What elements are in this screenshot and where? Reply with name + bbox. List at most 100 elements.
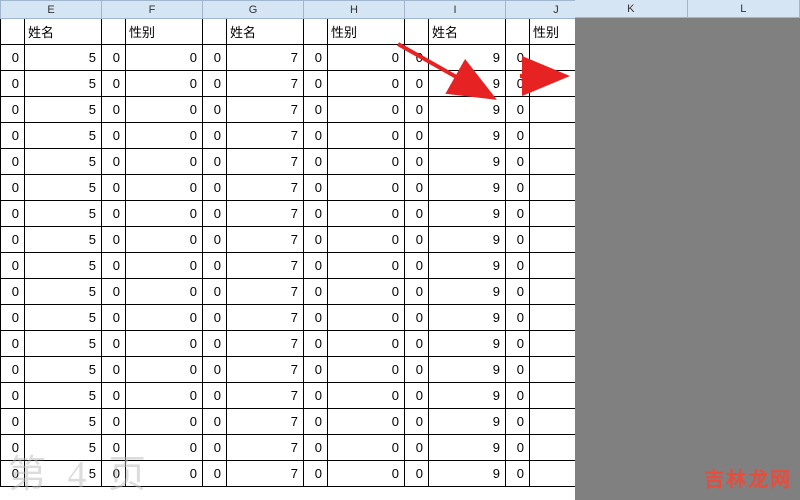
cell-narrow[interactable]: 0 <box>1 45 25 71</box>
cell-narrow[interactable]: 0 <box>102 305 126 331</box>
cell-value[interactable]: 7 <box>227 357 304 383</box>
cell-value[interactable]: 7 <box>227 175 304 201</box>
cell-narrow[interactable]: 0 <box>506 45 530 71</box>
cell-narrow[interactable]: 0 <box>304 331 328 357</box>
cell-narrow[interactable]: 0 <box>1 357 25 383</box>
header-name[interactable]: 姓名 <box>25 19 102 45</box>
cell-narrow[interactable]: 0 <box>1 383 25 409</box>
cell-narrow[interactable]: 0 <box>405 71 429 97</box>
header-spacer[interactable] <box>506 19 530 45</box>
cell-narrow[interactable]: 0 <box>203 175 227 201</box>
cell-value[interactable]: 0 <box>126 123 203 149</box>
cell-narrow[interactable]: 0 <box>1 97 25 123</box>
cell-narrow[interactable]: 0 <box>203 435 227 461</box>
cell-value[interactable]: 7 <box>227 71 304 97</box>
cell-value[interactable]: 0 <box>126 71 203 97</box>
cell-narrow[interactable]: 0 <box>304 435 328 461</box>
cell-value[interactable]: 7 <box>227 227 304 253</box>
cell-narrow[interactable]: 0 <box>405 435 429 461</box>
cell-value[interactable]: 5 <box>25 279 102 305</box>
cell-value[interactable]: 5 <box>25 383 102 409</box>
cell-value[interactable]: 0 <box>328 71 405 97</box>
cell-narrow[interactable]: 0 <box>203 201 227 227</box>
cell-narrow[interactable]: 0 <box>203 279 227 305</box>
cell-narrow[interactable]: 0 <box>405 201 429 227</box>
cell-narrow[interactable]: 0 <box>1 123 25 149</box>
header-name[interactable]: 姓名 <box>429 19 506 45</box>
data-grid[interactable]: E F G H I J 姓名性别姓名性别姓名性别0500070009000500… <box>0 0 607 487</box>
cell-value[interactable]: 0 <box>328 123 405 149</box>
cell-value[interactable]: 5 <box>25 71 102 97</box>
cell-narrow[interactable]: 0 <box>102 149 126 175</box>
cell-narrow[interactable]: 0 <box>405 149 429 175</box>
cell-value[interactable]: 5 <box>25 305 102 331</box>
cell-narrow[interactable]: 0 <box>304 357 328 383</box>
cell-narrow[interactable]: 0 <box>304 45 328 71</box>
cell-value[interactable]: 9 <box>429 97 506 123</box>
cell-narrow[interactable]: 0 <box>102 409 126 435</box>
cell-value[interactable]: 7 <box>227 461 304 487</box>
cell-narrow[interactable]: 0 <box>304 97 328 123</box>
cell-value[interactable]: 9 <box>429 383 506 409</box>
cell-value[interactable]: 0 <box>328 331 405 357</box>
cell-value[interactable]: 5 <box>25 253 102 279</box>
cell-narrow[interactable]: 0 <box>405 357 429 383</box>
cell-narrow[interactable]: 0 <box>102 123 126 149</box>
col-header-e[interactable]: E <box>1 1 102 19</box>
cell-narrow[interactable]: 0 <box>405 279 429 305</box>
cell-narrow[interactable]: 0 <box>506 97 530 123</box>
cell-narrow[interactable]: 0 <box>102 97 126 123</box>
cell-value[interactable]: 0 <box>126 175 203 201</box>
cell-value[interactable]: 7 <box>227 331 304 357</box>
cell-value[interactable]: 0 <box>328 175 405 201</box>
cell-value[interactable]: 5 <box>25 201 102 227</box>
cell-value[interactable]: 7 <box>227 383 304 409</box>
cell-narrow[interactable]: 0 <box>102 227 126 253</box>
cell-narrow[interactable]: 0 <box>506 461 530 487</box>
cell-value[interactable]: 9 <box>429 279 506 305</box>
cell-value[interactable]: 0 <box>328 253 405 279</box>
cell-value[interactable]: 9 <box>429 461 506 487</box>
cell-value[interactable]: 0 <box>328 45 405 71</box>
col-header-k[interactable]: K <box>575 0 688 17</box>
cell-narrow[interactable]: 0 <box>405 123 429 149</box>
cell-narrow[interactable]: 0 <box>506 123 530 149</box>
col-header-g[interactable]: G <box>203 1 304 19</box>
cell-narrow[interactable]: 0 <box>102 201 126 227</box>
cell-value[interactable]: 0 <box>328 357 405 383</box>
cell-narrow[interactable]: 0 <box>304 149 328 175</box>
header-gender[interactable]: 性别 <box>328 19 405 45</box>
header-spacer[interactable] <box>304 19 328 45</box>
cell-value[interactable]: 0 <box>328 435 405 461</box>
cell-value[interactable]: 9 <box>429 357 506 383</box>
cell-value[interactable]: 9 <box>429 305 506 331</box>
cell-value[interactable]: 9 <box>429 435 506 461</box>
cell-value[interactable]: 0 <box>126 253 203 279</box>
cell-value[interactable]: 0 <box>328 409 405 435</box>
cell-narrow[interactable]: 0 <box>203 253 227 279</box>
cell-narrow[interactable]: 0 <box>405 331 429 357</box>
cell-value[interactable]: 0 <box>126 97 203 123</box>
header-gender[interactable]: 性别 <box>126 19 203 45</box>
cell-value[interactable]: 5 <box>25 123 102 149</box>
cell-narrow[interactable]: 0 <box>1 409 25 435</box>
col-header-l[interactable]: L <box>688 0 800 17</box>
cell-value[interactable]: 7 <box>227 149 304 175</box>
cell-value[interactable]: 0 <box>126 149 203 175</box>
cell-narrow[interactable]: 0 <box>1 227 25 253</box>
cell-value[interactable]: 0 <box>126 357 203 383</box>
cell-value[interactable]: 0 <box>328 461 405 487</box>
cell-value[interactable]: 5 <box>25 175 102 201</box>
cell-narrow[interactable]: 0 <box>405 45 429 71</box>
cell-value[interactable]: 7 <box>227 409 304 435</box>
cell-value[interactable]: 5 <box>25 45 102 71</box>
cell-narrow[interactable]: 0 <box>506 357 530 383</box>
cell-narrow[interactable]: 0 <box>506 71 530 97</box>
cell-narrow[interactable]: 0 <box>102 71 126 97</box>
cell-narrow[interactable]: 0 <box>102 383 126 409</box>
cell-value[interactable]: 0 <box>328 201 405 227</box>
cell-narrow[interactable]: 0 <box>203 227 227 253</box>
cell-value[interactable]: 9 <box>429 123 506 149</box>
cell-narrow[interactable]: 0 <box>506 149 530 175</box>
cell-value[interactable]: 9 <box>429 175 506 201</box>
